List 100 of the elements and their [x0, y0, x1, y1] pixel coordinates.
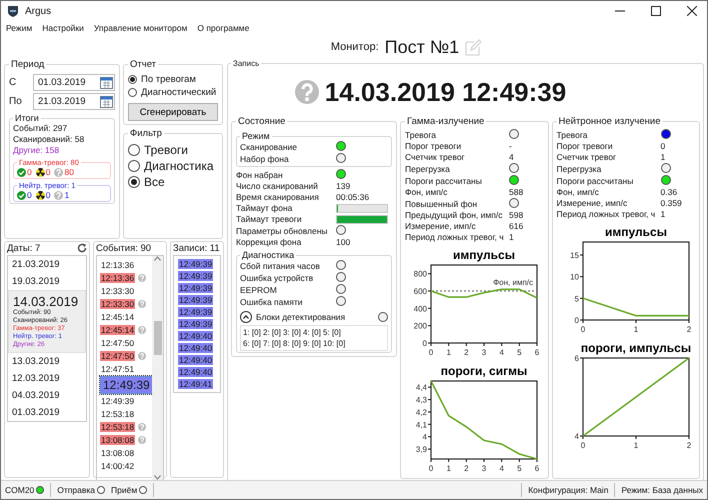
row-value: 0.36	[660, 187, 678, 198]
row-value: 00:05:36	[336, 192, 370, 203]
calendar-icon[interactable]	[100, 96, 113, 108]
record-item[interactable]: 12:49:39	[178, 283, 214, 293]
date-field[interactable]: 21.03.2019	[33, 93, 115, 110]
config-label: Конфигурация: Main	[528, 485, 608, 495]
tick-label: 0	[580, 441, 585, 450]
event-item[interactable]: 12:49:39	[100, 396, 136, 406]
group-title: Нейтронное излучение	[558, 116, 662, 127]
tick-label: 0	[429, 348, 434, 357]
radio-button[interactable]	[128, 144, 140, 156]
monitor-label: Монитор:	[330, 41, 379, 53]
date-item[interactable]: 21.03.2019	[8, 256, 86, 273]
row-label: Предыдущий фон, имп/с	[405, 210, 504, 221]
option-label[interactable]: Диагностика	[144, 159, 214, 173]
question-icon	[138, 422, 146, 430]
row-label: Счетчик тревог	[405, 152, 466, 163]
expand-button[interactable]	[240, 311, 252, 323]
menu-item[interactable]: Управление монитором	[94, 23, 188, 33]
row-label: Ошибка памяти	[240, 296, 304, 308]
record-item[interactable]: 12:49:40	[178, 367, 214, 377]
radio-button[interactable]	[128, 176, 140, 188]
event-item[interactable]: 12:47:50	[100, 350, 136, 360]
date-item[interactable]: 04.03.2019	[8, 387, 86, 404]
row-label: Повышенный фон	[405, 198, 478, 210]
row-label: Пороги рассчитаны	[556, 176, 634, 186]
radio-button[interactable]	[128, 88, 137, 97]
radio-button[interactable]	[128, 75, 137, 84]
record-item[interactable]: 12:49:41	[178, 379, 214, 389]
option-label[interactable]: По тревогам	[141, 74, 196, 85]
tick-label: 6	[535, 348, 540, 357]
question-icon	[54, 168, 64, 176]
row-value: 0.359	[660, 198, 683, 209]
row-label: Набор фона	[240, 154, 290, 164]
event-item[interactable]: 12:13:36	[100, 272, 136, 282]
event-item[interactable]: 13:08:08	[100, 434, 136, 444]
menu-item[interactable]: Настройки	[42, 23, 84, 33]
scrollbar[interactable]	[152, 256, 163, 480]
group-title: Состояние	[237, 116, 286, 127]
group-title: Гамма-излучение	[406, 116, 486, 127]
option-label[interactable]: Диагностический	[141, 87, 216, 98]
refresh-icon[interactable]	[77, 243, 87, 253]
option-label[interactable]: Все	[144, 175, 165, 189]
date-item[interactable]: 01.03.2019	[8, 404, 86, 421]
event-item[interactable]: 12:45:14	[100, 312, 136, 322]
tick-label: 4	[500, 348, 504, 357]
row-value: 598	[509, 210, 524, 221]
event-item[interactable]: 12:13:36	[100, 260, 136, 270]
group-title: Режим	[241, 131, 271, 141]
row-label: Период ложных тревог, ч	[405, 232, 505, 243]
group-title: Отчет	[129, 59, 158, 70]
event-item[interactable]: 12:47:50	[100, 338, 136, 348]
chevron-down-icon[interactable]	[154, 475, 161, 480]
event-item[interactable]: 12:49:39	[100, 376, 152, 394]
event-item[interactable]: 12:33:30	[100, 298, 136, 308]
chart-title: пороги, импульсы	[580, 341, 691, 355]
tick-label: 4,1	[416, 420, 428, 430]
menu-item[interactable]: О программе	[197, 23, 250, 33]
count-value: 0	[46, 190, 50, 200]
radio-button[interactable]	[128, 160, 140, 172]
tick-label: 1	[634, 441, 638, 450]
chevron-up-icon[interactable]	[154, 256, 161, 261]
record-item[interactable]: 12:49:40	[178, 355, 214, 365]
calendar-icon[interactable]	[100, 76, 113, 88]
row-value: 4	[509, 152, 515, 163]
date-item[interactable]: 19.03.2019	[8, 273, 86, 290]
row-label: Фон, имп/с	[405, 187, 448, 198]
record-item[interactable]: 12:49:39	[178, 271, 214, 281]
record-item[interactable]: 12:49:40	[178, 331, 214, 341]
generate-button[interactable]: Сгенерировать	[128, 103, 218, 121]
event-item[interactable]: 12:33:30	[100, 286, 136, 296]
check-icon	[17, 190, 26, 200]
menu-item[interactable]: Режим	[6, 23, 32, 33]
row-label: Счетчик тревог	[556, 152, 618, 163]
row-label: Тревога	[556, 130, 588, 140]
record-item[interactable]: 12:49:39	[178, 307, 214, 317]
event-item[interactable]: 12:47:51	[100, 364, 136, 374]
reference-label: Фон, имп/с	[493, 278, 534, 287]
event-item[interactable]: 12:53:18	[100, 408, 136, 418]
other-total: Другие: 158	[13, 145, 60, 156]
option-label[interactable]: Тревоги	[144, 143, 188, 157]
event-item[interactable]: 13:08:08	[100, 448, 136, 458]
event-item[interactable]: 14:00:42	[100, 460, 136, 470]
mode-label: Режим: База данных	[621, 485, 703, 495]
date-item[interactable]: 12.03.2019	[8, 370, 86, 387]
date-item[interactable]: 13.03.2019	[8, 353, 86, 370]
scrollbar-thumb[interactable]	[154, 321, 162, 355]
tick-label: 2	[464, 464, 469, 473]
close-icon	[687, 6, 697, 16]
record-item[interactable]: 12:49:39	[178, 295, 214, 305]
record-datetime: 14.03.2019 12:49:39	[324, 76, 566, 108]
status-label: Приём	[111, 485, 138, 495]
date-field[interactable]: 01.03.2019	[33, 74, 115, 91]
event-item[interactable]: 12:45:14	[100, 324, 136, 334]
record-item[interactable]: 12:49:39	[178, 319, 214, 329]
record-item[interactable]: 12:49:40	[178, 343, 214, 353]
count-value: 0	[27, 167, 32, 177]
row-value: -	[509, 141, 513, 152]
record-item[interactable]: 12:49:39	[178, 259, 214, 269]
event-item[interactable]: 12:53:18	[100, 422, 136, 432]
